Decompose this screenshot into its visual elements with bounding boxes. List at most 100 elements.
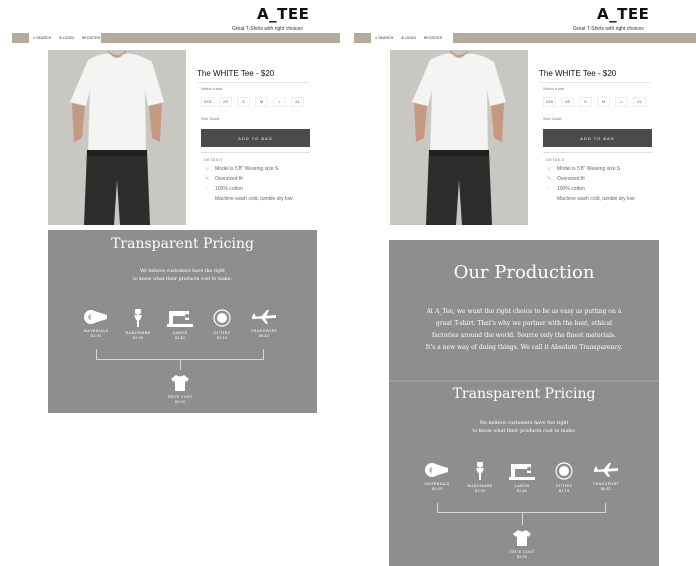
model-wearing-tee-image: [390, 50, 528, 225]
detail-model: ☺ Model is 5'8" Wearing size S: [546, 166, 621, 172]
brand-logo: A_TEE: [597, 5, 650, 23]
top-navbar: ⌕ SEARCH ⍝ LOGIN REGISTER: [12, 33, 340, 43]
detail-fabric: ◌ 100% cotton: [205, 186, 243, 192]
pricing-subtitle: We believe customers have the right to k…: [133, 269, 232, 282]
nav-search[interactable]: ⌕ SEARCH: [33, 35, 51, 41]
product-title: The WHITE Tee - $20: [539, 69, 617, 78]
person-icon: ☺: [546, 166, 552, 172]
cost-item-hardware: HARDWARE $1.95: [116, 309, 160, 340]
nav-search[interactable]: ⌕ SEARCH: [375, 35, 393, 41]
model-wearing-tee-image: [48, 50, 186, 225]
user-icon: ⍝: [59, 35, 62, 40]
size-option[interactable]: XS: [219, 97, 232, 107]
airplane-icon: [252, 310, 276, 324]
cost-item-duties: DUTIES $1.19: [542, 462, 586, 493]
size-selector: XXS XS S M L XL: [543, 97, 646, 107]
product-photo: [390, 50, 528, 225]
add-to-bag-button[interactable]: ADD TO BAG: [201, 129, 310, 147]
size-option[interactable]: L: [615, 97, 628, 107]
select-size-label: Select a size: [543, 87, 565, 91]
pricing-title: Transparent Pricing: [111, 236, 254, 252]
person-icon: ☺: [204, 166, 210, 172]
pencil-icon: ✎: [546, 176, 552, 182]
tshirt-icon: [171, 375, 189, 391]
size-option[interactable]: XL: [633, 97, 646, 107]
add-to-bag-button[interactable]: ADD TO BAG: [543, 129, 652, 147]
title-underline: [197, 82, 309, 83]
size-option[interactable]: S: [237, 97, 250, 107]
fabric-icon: ◌: [205, 186, 209, 192]
detail-model: ☺ Model is 5'8" Wearing size S: [204, 166, 279, 172]
pricing-subtitle: We believe customers have the right to k…: [472, 421, 576, 434]
brand-logo: A_TEE: [257, 5, 310, 23]
nav-login[interactable]: ⍝ LOGIN: [401, 35, 416, 41]
size-option[interactable]: M: [255, 97, 268, 107]
production-and-pricing-section: Our Production At A_Tee, we want the rig…: [389, 240, 659, 566]
top-navbar: ⌕ SEARCH ⍝ LOGIN REGISTER: [354, 33, 696, 43]
nav-register[interactable]: REGISTER: [82, 36, 100, 40]
size-guide-link[interactable]: Size Guide: [543, 117, 562, 121]
cost-item-labor: LABOR $3.45: [500, 462, 544, 493]
production-body: At A_Tee, we want the right choice to be…: [425, 308, 623, 351]
details-divider: [543, 152, 652, 153]
cost-item-hardware: HARDWARE $1.95: [458, 462, 502, 493]
brand-tagline: Great T-Shirts with right choices: [573, 26, 644, 32]
size-option[interactable]: L: [273, 97, 286, 107]
cost-bracket: [437, 503, 606, 513]
cost-bracket-stem: [522, 513, 523, 525]
production-title: Our Production: [453, 262, 595, 283]
cost-item-materials: MATERIALS $3.95: [74, 309, 118, 338]
size-option[interactable]: XS: [561, 97, 574, 107]
size-option[interactable]: XXS: [201, 97, 214, 107]
screen-right: A_TEE Great T-Shirts with right choices …: [348, 0, 696, 566]
detail-care: Machine wash cold, tumble dry low: [557, 196, 635, 202]
size-option[interactable]: S: [579, 97, 592, 107]
cost-item-duties: DUTIES $1.19: [200, 309, 244, 340]
cost-bracket: [96, 349, 264, 360]
product-photo: [48, 50, 186, 225]
nav-register[interactable]: REGISTER: [424, 36, 442, 40]
zipper-icon: [134, 309, 142, 327]
cost-bracket-stem: [180, 360, 181, 370]
transparent-pricing-section: Transparent Pricing We believe customers…: [48, 230, 317, 413]
size-guide-link[interactable]: Size Guide: [201, 117, 220, 121]
thread-spool-icon: [84, 310, 107, 324]
thread-spool-icon: [425, 463, 448, 477]
detail-fit: ✎ Oversized fit: [546, 176, 585, 182]
search-icon: ⌕: [375, 35, 378, 40]
cost-item-true-cost: TRUE COST $9.95: [500, 530, 544, 559]
duties-seal-icon: [555, 462, 573, 480]
size-option[interactable]: XXS: [543, 97, 556, 107]
user-icon: ⍝: [401, 35, 404, 40]
nav-login[interactable]: ⍝ LOGIN: [59, 35, 74, 41]
zipper-icon: [476, 462, 484, 480]
sewing-machine-icon: [167, 311, 193, 327]
brand-tagline: Great T-Shirts with right choices: [232, 26, 303, 32]
cost-item-true-cost: TRUE COST $9.95: [158, 375, 202, 404]
select-size-label: Select a size: [201, 87, 223, 91]
detail-care: Machine wash cold, tumble dry low: [215, 196, 293, 202]
nav-links: ⌕ SEARCH ⍝ LOGIN REGISTER: [371, 33, 453, 43]
section-divider: [389, 380, 659, 382]
sewing-machine-icon: [509, 464, 535, 480]
cost-item-transport: TRANSPORT $0.41: [242, 309, 286, 338]
size-option[interactable]: M: [597, 97, 610, 107]
screen-left: A_TEE Great T-Shirts with right choices …: [0, 0, 345, 566]
detail-fabric: ◌ 100% cotton: [547, 186, 585, 192]
airplane-icon: [594, 463, 618, 477]
nav-links: ⌕ SEARCH ⍝ LOGIN REGISTER: [29, 33, 101, 43]
cost-item-materials: MATERIALS $3.95: [415, 462, 459, 491]
product-title: The WHITE Tee - $20: [197, 69, 275, 78]
size-option[interactable]: XL: [291, 97, 304, 107]
details-divider: [201, 152, 310, 153]
search-icon: ⌕: [33, 35, 36, 40]
title-underline: [539, 82, 651, 83]
pencil-icon: ✎: [204, 176, 210, 182]
cost-item-labor: LABOR $3.45: [158, 309, 202, 340]
details-heading: DETAILS: [204, 157, 223, 162]
duties-seal-icon: [213, 309, 231, 327]
fabric-icon: ◌: [547, 186, 551, 192]
pricing-title: Transparent Pricing: [452, 386, 596, 402]
cost-item-transport: TRANSPORT $0.41: [584, 462, 628, 491]
detail-fit: ✎ Oversized fit: [204, 176, 243, 182]
